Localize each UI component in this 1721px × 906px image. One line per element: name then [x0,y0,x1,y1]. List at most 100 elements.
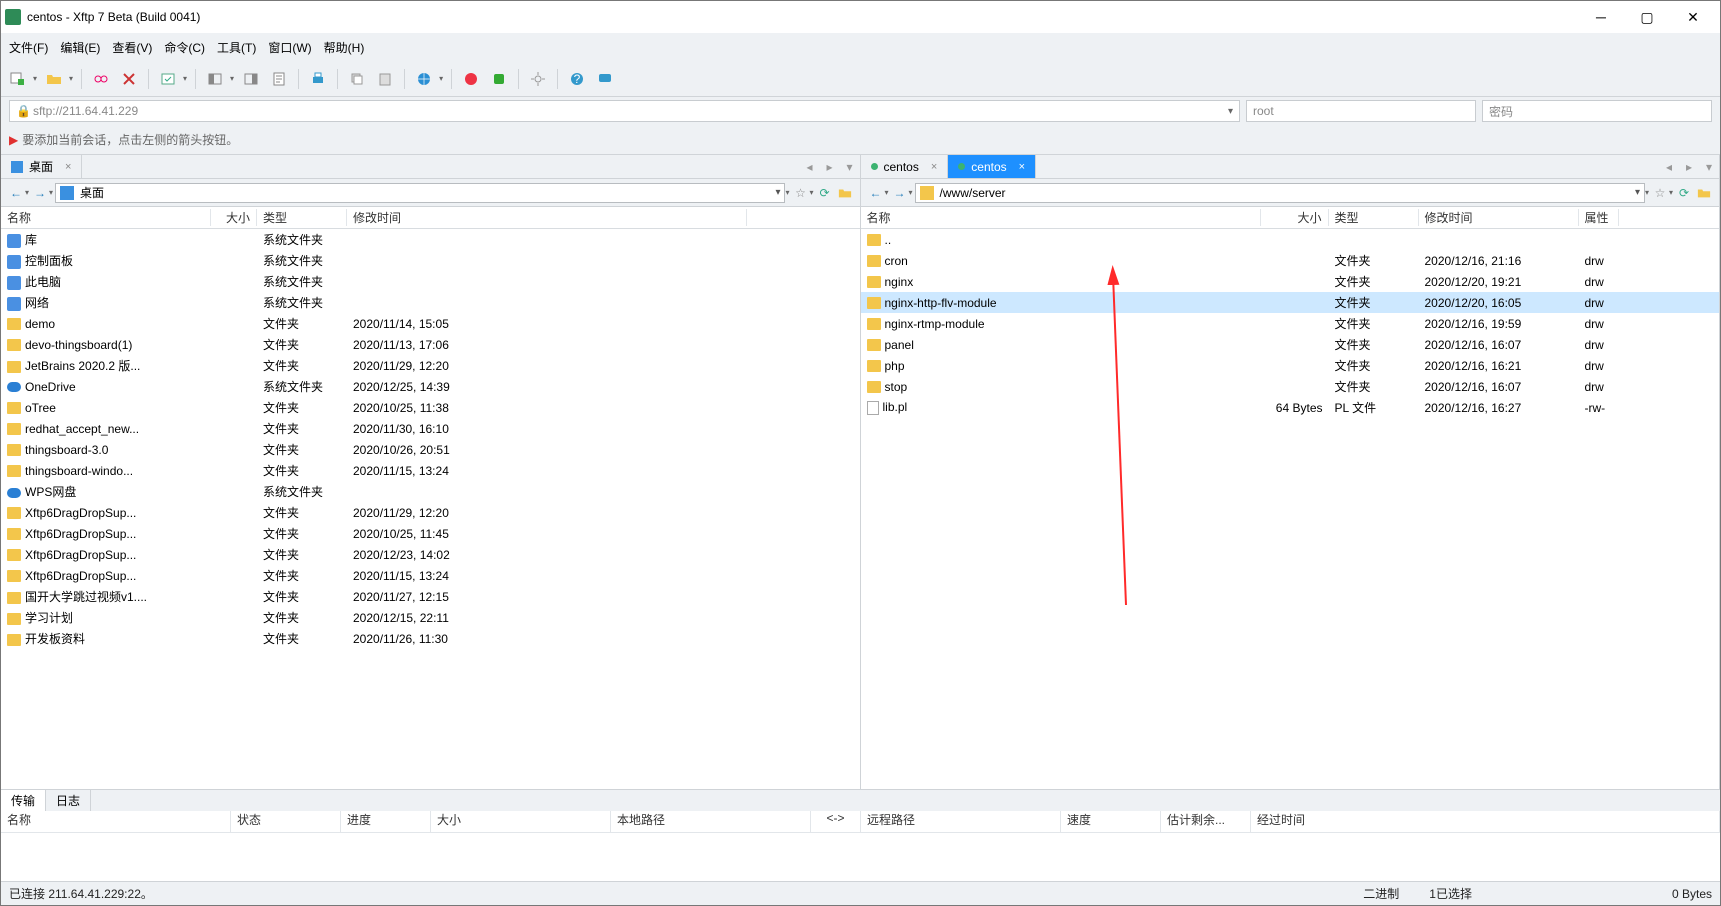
list-item[interactable]: thingsboard-3.0文件夹2020/10/26, 20:51 [1,439,860,460]
tab-session[interactable]: centos× [861,155,949,178]
tcol-elapsed[interactable]: 经过时间 [1251,811,1720,832]
col-name[interactable]: 名称 [861,209,1261,226]
list-item[interactable]: 此电脑系统文件夹 [1,271,860,292]
list-item[interactable]: lib.pl64 BytesPL 文件2020/12/16, 16:27-rw- [861,397,1720,418]
refresh-icon[interactable]: ⟳ [816,184,834,202]
list-item[interactable]: 国开大学跳过视频v1....文件夹2020/11/27, 12:15 [1,586,860,607]
back-button[interactable]: ← [7,184,25,202]
disconnect-icon[interactable] [118,68,140,90]
tcol-name[interactable]: 名称 [1,811,231,832]
file-list-left[interactable]: 库系统文件夹控制面板系统文件夹此电脑系统文件夹网络系统文件夹demo文件夹202… [1,229,860,789]
tab-desktop[interactable]: 桌面 × [1,155,82,178]
menu-item[interactable]: 命令(C) [164,39,205,56]
tcol-remote[interactable]: 远程路径 [861,811,1061,832]
globe-icon[interactable] [413,68,435,90]
close-button[interactable]: ✕ [1670,1,1716,33]
tcol-progress[interactable]: 进度 [341,811,431,832]
star-icon[interactable]: ☆ [791,184,809,202]
copy-icon[interactable] [346,68,368,90]
list-item[interactable]: cron文件夹2020/12/16, 21:16drw [861,250,1720,271]
path-field[interactable]: 桌面 ▾ [55,183,785,203]
close-icon[interactable]: × [65,161,71,173]
menu-item[interactable]: 编辑(E) [60,39,100,56]
list-item[interactable]: devo-thingsboard(1)文件夹2020/11/13, 17:06 [1,334,860,355]
column-headers[interactable]: 名称 大小 类型 修改时间 属性 [861,207,1720,229]
menu-item[interactable]: 文件(F) [9,39,48,56]
link-icon[interactable] [90,68,112,90]
forward-button[interactable]: → [891,184,909,202]
transfer-list[interactable] [1,833,1720,881]
tcol-dir[interactable]: <-> [811,811,861,832]
menu-item[interactable]: 查看(V) [112,39,152,56]
tab-next-icon[interactable]: ▸ [820,155,840,178]
list-item[interactable]: php文件夹2020/12/16, 16:21drw [861,355,1720,376]
list-item[interactable]: JetBrains 2020.2 版...文件夹2020/11/29, 12:2… [1,355,860,376]
list-item[interactable]: stop文件夹2020/12/16, 16:07drw [861,376,1720,397]
menu-item[interactable]: 窗口(W) [268,39,311,56]
tab-menu-icon[interactable]: ▾ [840,155,860,178]
tab-log[interactable]: 日志 [46,790,91,811]
path-field[interactable]: /www/server ▾ [915,183,1645,203]
layout-left-icon[interactable] [204,68,226,90]
tab-prev-icon[interactable]: ◂ [1659,155,1679,178]
col-name[interactable]: 名称 [1,209,211,226]
tcol-status[interactable]: 状态 [231,811,341,832]
tab-prev-icon[interactable]: ◂ [800,155,820,178]
refresh-icon[interactable]: ⟳ [1675,184,1693,202]
minimize-button[interactable]: ─ [1578,1,1624,33]
list-item[interactable]: 开发板资料文件夹2020/11/26, 11:30 [1,628,860,649]
tcol-est[interactable]: 估计剩余... [1161,811,1251,832]
url-field[interactable]: 🔒 sftp://211.64.41.229 ▾ [9,100,1240,122]
layout-right-icon[interactable] [240,68,262,90]
col-size[interactable]: 大小 [211,209,257,226]
col-type[interactable]: 类型 [257,209,347,226]
star-icon[interactable]: ☆ [1651,184,1669,202]
list-item[interactable]: nginx文件夹2020/12/20, 19:21drw [861,271,1720,292]
settings-icon[interactable] [527,68,549,90]
list-item[interactable]: panel文件夹2020/12/16, 16:07drw [861,334,1720,355]
username-field[interactable]: root [1246,100,1476,122]
paste-icon[interactable] [374,68,396,90]
tab-menu-icon[interactable]: ▾ [1699,155,1719,178]
column-headers[interactable]: 名称 大小 类型 修改时间 [1,207,860,229]
menu-item[interactable]: 帮助(H) [324,39,365,56]
menu-item[interactable]: 工具(T) [217,39,256,56]
tab-transfer[interactable]: 传输 [1,790,46,811]
list-item[interactable]: OneDrive系统文件夹2020/12/25, 14:39 [1,376,860,397]
list-item[interactable]: Xftp6DragDropSup...文件夹2020/12/23, 14:02 [1,544,860,565]
list-item[interactable]: 库系统文件夹 [1,229,860,250]
tab-session[interactable]: centos× [948,155,1036,178]
tcol-local[interactable]: 本地路径 [611,811,811,832]
open-icon[interactable] [43,68,65,90]
list-item[interactable]: 学习计划文件夹2020/12/15, 22:11 [1,607,860,628]
list-item[interactable]: Xftp6DragDropSup...文件夹2020/11/15, 13:24 [1,565,860,586]
home-folder-icon[interactable] [1695,184,1713,202]
forward-button[interactable]: → [31,184,49,202]
file-list-right[interactable]: ..cron文件夹2020/12/16, 21:16drwnginx文件夹202… [861,229,1720,789]
properties-icon[interactable] [268,68,290,90]
sync-icon[interactable] [157,68,179,90]
transfer-headers[interactable]: 名称 状态 进度 大小 本地路径 <-> 远程路径 速度 估计剩余... 经过时… [1,811,1720,833]
app-green-icon[interactable] [488,68,510,90]
list-item[interactable]: WPS网盘系统文件夹 [1,481,860,502]
list-item[interactable]: thingsboard-windo...文件夹2020/11/15, 13:24 [1,460,860,481]
tab-next-icon[interactable]: ▸ [1679,155,1699,178]
home-folder-icon[interactable] [836,184,854,202]
close-icon[interactable]: × [1019,161,1025,173]
list-item[interactable]: 控制面板系统文件夹 [1,250,860,271]
app-red-icon[interactable] [460,68,482,90]
new-session-icon[interactable] [7,68,29,90]
col-date[interactable]: 修改时间 [1419,209,1579,226]
list-item[interactable]: Xftp6DragDropSup...文件夹2020/11/29, 12:20 [1,502,860,523]
list-item[interactable]: nginx-http-flv-module文件夹2020/12/20, 16:0… [861,292,1720,313]
help-icon[interactable]: ? [566,68,588,90]
tcol-speed[interactable]: 速度 [1061,811,1161,832]
close-icon[interactable]: × [931,161,937,173]
list-item[interactable]: Xftp6DragDropSup...文件夹2020/10/25, 11:45 [1,523,860,544]
list-item[interactable]: .. [861,229,1720,250]
print-icon[interactable] [307,68,329,90]
tcol-size[interactable]: 大小 [431,811,611,832]
col-attr[interactable]: 属性 [1579,209,1619,226]
col-type[interactable]: 类型 [1329,209,1419,226]
maximize-button[interactable]: ▢ [1624,1,1670,33]
